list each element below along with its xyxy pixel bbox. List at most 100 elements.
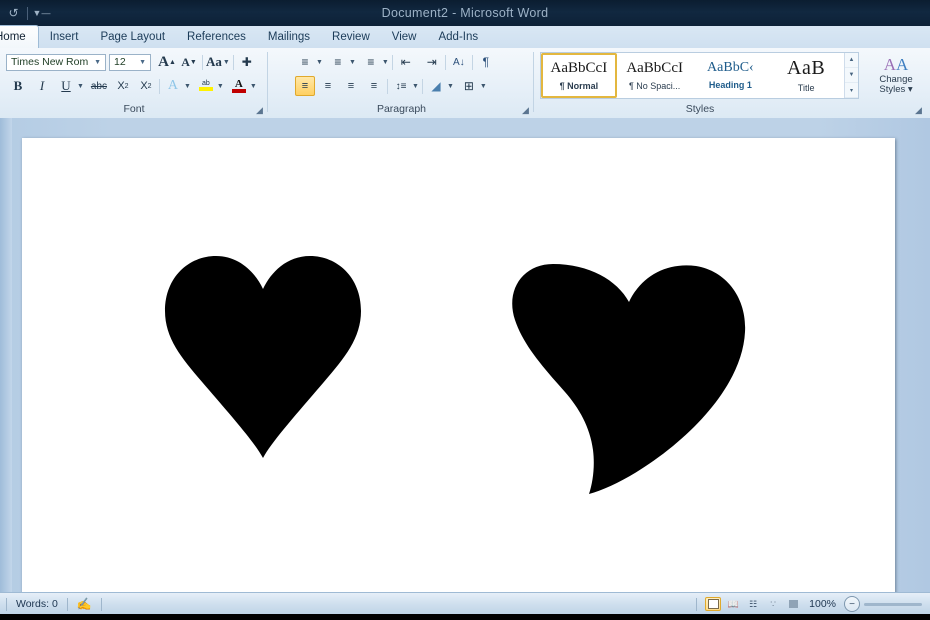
toolbar-divider [444,54,446,70]
paragraph-row-1: ≡ ▼ ≡ ▼ ≡ ▼ ⇤ ⇥ A↓ ¶ [295,52,496,72]
ribbon-tabs: Home Insert Page Layout References Maili… [0,25,489,48]
style-name: ¶ No Spaci... [628,80,681,91]
show-formatting-marks-button[interactable]: ¶ [476,52,496,72]
styles-dialog-launcher-icon[interactable]: ◢ [913,105,924,116]
paragraph-group-label: Paragraph [376,103,427,115]
align-left-button[interactable]: ≡ [295,76,315,96]
undo-icon[interactable]: ↺ [4,4,23,23]
borders-button[interactable]: ⊞ [459,76,479,96]
line-spacing-button[interactable]: ↕≡ [391,76,411,96]
ribbon: Times New Rom ▼ 12 ▼ A ▲ A ▼ Aa ▼ ✚ B I … [0,48,930,119]
tab-insert[interactable]: Insert [39,26,90,48]
italic-button[interactable]: I [32,76,52,96]
scroll-up-icon[interactable]: ▲ [845,53,858,68]
sort-button[interactable]: A↓ [449,52,469,72]
strikethrough-button[interactable]: abc [89,76,109,96]
zoom-out-button[interactable]: − [844,596,860,612]
web-layout-view-button[interactable]: ☷ [745,597,761,611]
tab-page-layout[interactable]: Page Layout [89,26,176,48]
tab-home[interactable]: Home [0,25,39,48]
more-styles-icon[interactable]: ▾ [845,83,858,98]
customize-qat-icon[interactable]: ▼— [32,4,51,23]
chevron-down-icon[interactable]: ▼ [217,83,224,90]
decrease-indent-button[interactable]: ⇤ [396,52,416,72]
bold-button[interactable]: B [8,76,28,96]
font-row-1: Times New Rom ▼ 12 ▼ A ▲ A ▼ Aa ▼ ✚ [6,52,257,72]
toolbar-divider [158,78,160,94]
subscript-button[interactable]: X2 [113,76,133,96]
zoom-level-label[interactable]: 100% [805,598,840,610]
heart-shape-upright[interactable] [163,253,363,458]
styles-gallery-scroller[interactable]: ▲ ▼ ▾ [844,53,858,98]
tab-view[interactable]: View [381,26,428,48]
styles-gallery: AaBbCcI ¶ Normal AaBbCcI ¶ No Spaci... A… [540,52,859,99]
grow-font-button[interactable]: A ▲ [157,52,177,72]
superscript-button[interactable]: X2 [136,76,156,96]
increase-indent-button[interactable]: ⇥ [422,52,442,72]
shrink-font-button[interactable]: A ▼ [179,52,199,72]
draft-view-button[interactable] [785,597,801,611]
style-name: Heading 1 [708,80,752,90]
chevron-down-icon[interactable]: ▼ [316,59,323,66]
document-workspace [0,118,930,598]
style-item-no-spacing[interactable]: AaBbCcI ¶ No Spaci... [616,53,693,98]
toolbar-divider [202,54,203,70]
document-page[interactable] [22,138,895,598]
status-bar: Words: 0 ✍ 📖 ☷ ∵ 100% − [0,592,930,615]
style-item-normal[interactable]: AaBbCcI ¶ Normal [541,53,617,98]
toolbar-divider [232,54,234,70]
chevron-down-icon[interactable]: ▼ [250,83,257,90]
chevron-down-icon[interactable]: ▼ [412,83,419,90]
outline-view-button[interactable]: ∵ [765,597,781,611]
font-group-body: Times New Rom ▼ 12 ▼ A ▲ A ▼ Aa ▼ ✚ B I … [0,50,268,99]
tab-mailings[interactable]: Mailings [257,26,321,48]
print-layout-view-button[interactable] [705,597,722,611]
tab-references[interactable]: References [176,26,257,48]
align-right-button[interactable]: ≡ [341,76,361,96]
word-application-window: Document2 - Microsoft Word ↺ ▼— Home Ins… [0,0,930,620]
font-color-button[interactable]: A [229,76,249,96]
font-dialog-launcher-icon[interactable]: ◢ [254,105,265,116]
font-name-combobox[interactable]: Times New Rom ▼ [6,53,106,71]
proofing-errors-icon[interactable]: ✍ [68,593,101,615]
toolbar-divider [421,78,423,94]
style-item-title[interactable]: AaB Title [768,53,845,98]
full-screen-reading-view-button[interactable]: 📖 [725,597,741,611]
change-case-button[interactable]: Aa ▼ [206,52,230,72]
paragraph-dialog-launcher-icon[interactable]: ◢ [520,105,531,116]
text-effects-button[interactable]: A [163,76,183,96]
status-divider [696,597,698,611]
bottom-letterbox [0,614,930,620]
chevron-down-icon[interactable]: ▼ [447,83,454,90]
heart-shape-tilted[interactable] [501,260,749,495]
scroll-down-icon[interactable]: ▼ [845,68,858,83]
text-highlight-color-button[interactable]: ab [196,76,216,96]
font-size-combobox[interactable]: 12 ▼ [109,53,151,71]
chevron-down-icon[interactable]: ▼ [382,59,389,66]
word-count-status[interactable]: Words: 0 [7,593,67,615]
tab-review[interactable]: Review [321,26,381,48]
chevron-down-icon[interactable]: ▼ [184,83,191,90]
multilevel-list-button[interactable]: ≡ [361,52,381,72]
zoom-slider[interactable] [864,602,922,606]
chevron-down-icon[interactable]: ▼ [480,83,487,90]
chevron-down-icon[interactable]: ▼ [349,59,356,66]
justify-button[interactable]: ≡ [364,76,384,96]
shading-button[interactable]: ◢ [426,76,446,96]
chevron-down-icon[interactable]: ▼ [77,83,84,90]
tab-add-ins[interactable]: Add-Ins [427,26,489,48]
workspace-left-rail [0,118,12,592]
ribbon-group-paragraph: ≡ ▼ ≡ ▼ ≡ ▼ ⇤ ⇥ A↓ ¶ ≡ ≡ ≡ ≡ ↕≡ ▼ ◢ ▼ ⊞ … [269,48,534,118]
paragraph-row-2: ≡ ≡ ≡ ≡ ↕≡ ▼ ◢ ▼ ⊞ ▼ [295,76,487,96]
style-item-heading-1[interactable]: AaBbC‹ Heading 1 [692,53,769,98]
bullets-button[interactable]: ≡ [295,52,315,72]
style-name: ¶ Normal [559,80,599,91]
clear-formatting-button[interactable]: ✚ [237,52,257,72]
title-bar: Document2 - Microsoft Word ↺ ▼— [0,0,930,27]
align-center-button[interactable]: ≡ [318,76,338,96]
underline-button[interactable]: U [56,76,76,96]
qat-divider [27,6,28,20]
change-styles-button[interactable]: AA Change Styles ▾ [867,52,925,99]
numbering-button[interactable]: ≡ [328,52,348,72]
status-divider [100,597,102,611]
